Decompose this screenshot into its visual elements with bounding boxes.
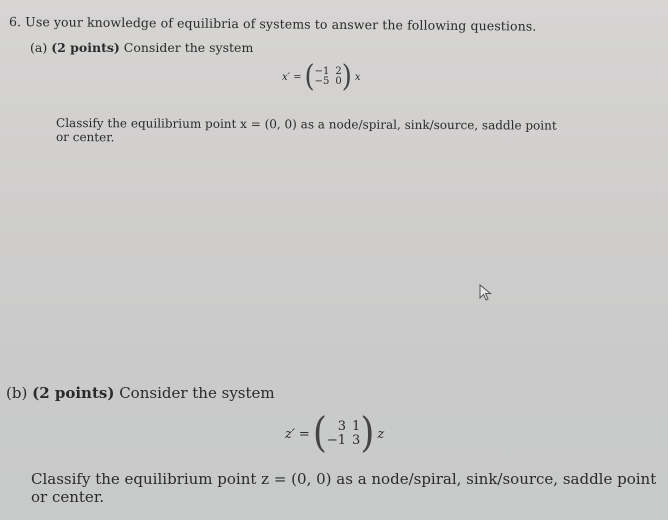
part-a-lhs: x′ = [282, 71, 302, 83]
matrix-cell: 3 [352, 433, 361, 448]
part-b-classify-line1: Classify the equilibrium point z = (0, 0… [31, 470, 657, 488]
part-b-classify-line2: or center. [31, 488, 105, 506]
part-a-matrix: ( −1 2 −5 0 ) [304, 59, 352, 95]
part-b-equation: z′ = ( 3 1 −1 3 ) z [285, 409, 385, 457]
part-a-heading: (a) (2 points) Consider the system [30, 40, 253, 55]
part-b-points: (2 points) [32, 384, 115, 402]
part-b-heading: (b) (2 points) Consider the system [6, 384, 275, 402]
part-a-classify-line1: Classify the equilibrium point x = (0, 0… [56, 116, 557, 133]
question-number: 6. [8, 14, 22, 30]
matrix-cell: 1 [352, 419, 361, 435]
part-a-rhs: x [354, 71, 361, 83]
matrix-cell: −5 [314, 76, 330, 87]
part-b-label: (b) [6, 384, 28, 402]
matrix-cell: 3 [337, 419, 347, 435]
part-b-rhs: z [377, 426, 385, 442]
question-prompt: 6. Use your knowledge of equilibria of s… [9, 14, 536, 34]
part-b-classify: Classify the equilibrium point z = (0, 0… [31, 470, 656, 506]
part-a-intro: Consider the system [123, 40, 254, 55]
part-a-classify-line2: or center. [55, 130, 115, 145]
part-b-matrix: ( 3 1 −1 3 ) [312, 409, 375, 457]
mouse-pointer-icon [479, 283, 493, 302]
part-b-lhs: z′ = [285, 426, 310, 442]
left-paren: ( [304, 59, 315, 95]
left-paren: ( [312, 409, 327, 457]
part-a-classify: Classify the equilibrium point x = (0, 0… [56, 116, 557, 147]
right-paren: ) [360, 409, 375, 457]
part-a-equation: x′ = ( −1 2 −5 0 ) x [282, 59, 361, 95]
part-a-points: (2 points) [51, 40, 120, 55]
part-b-intro: Consider the system [119, 384, 275, 402]
question-text: Use your knowledge of equilibria of syst… [25, 14, 537, 34]
right-paren: ) [341, 59, 352, 95]
part-a-label: (a) [30, 40, 48, 55]
matrix-cell: −1 [326, 433, 347, 448]
